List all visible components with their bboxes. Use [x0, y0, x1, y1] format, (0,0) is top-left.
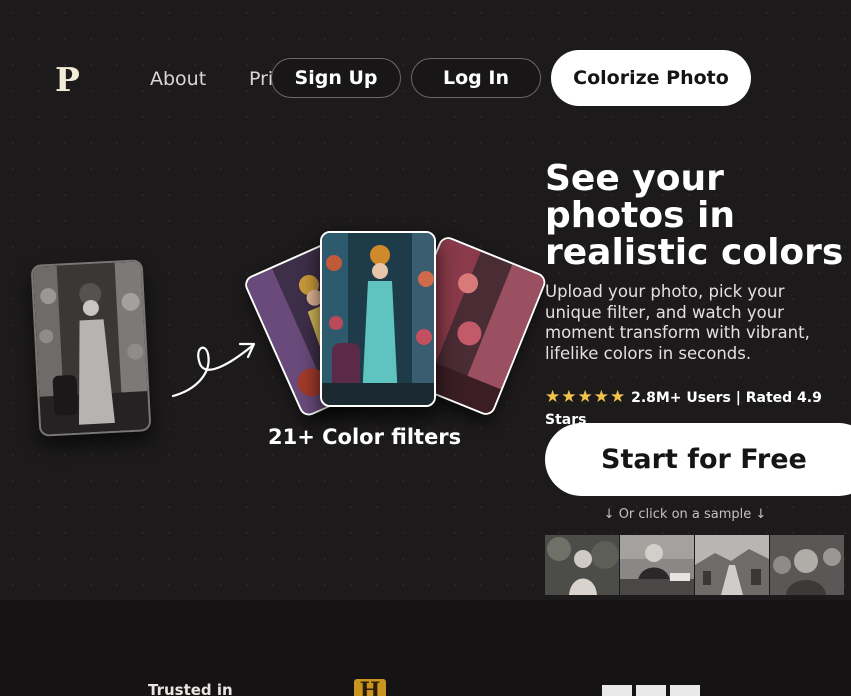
login-button[interactable]: Log In — [411, 58, 541, 98]
color-card-image-center — [322, 233, 434, 405]
bbc-block-c — [670, 685, 700, 696]
sample-street-scene-image — [695, 535, 769, 595]
sample-thumbnail-2[interactable] — [620, 535, 694, 595]
bbc-block-b2 — [636, 685, 666, 696]
sample-man-desk-image — [620, 535, 694, 595]
history-logo-letter: H — [359, 679, 381, 696]
start-for-free-button[interactable]: Start for Free — [545, 423, 851, 496]
squiggle-arrow-icon — [171, 342, 256, 398]
sample-woman-garden-image — [545, 535, 619, 595]
nav-about[interactable]: About — [150, 68, 206, 90]
sample-thumbnail-4[interactable] — [770, 535, 844, 595]
history-channel-logo: H — [354, 679, 386, 696]
nav-pricing-label: Pri — [249, 68, 273, 90]
colorize-photo-button[interactable]: Colorize Photo — [551, 50, 751, 106]
hero-headline: See your photos in realistic colors — [545, 158, 844, 273]
brand-logo[interactable]: P — [55, 60, 80, 99]
color-filter-card-center — [320, 231, 436, 407]
hero-subtext: Upload your photo, pick your unique filt… — [545, 282, 810, 363]
sample-thumbnail-1[interactable] — [545, 535, 619, 595]
color-filters-caption: 21+ Color filters — [268, 425, 462, 449]
signup-button[interactable]: Sign Up — [271, 58, 401, 98]
sample-thumbnail-3[interactable] — [695, 535, 769, 595]
star-rating-icon: ★★★★★ — [545, 387, 627, 407]
bw-photo-image — [32, 261, 152, 437]
sample-mother-children-image — [770, 535, 844, 595]
original-bw-photo — [30, 259, 152, 437]
bbc-block-b1 — [602, 685, 632, 696]
trusted-in-label: Trusted in — [148, 681, 233, 696]
sample-hint: ↓ Or click on a sample ↓ — [603, 507, 767, 522]
bbc-logo — [602, 685, 700, 696]
nav-pricing-partial[interactable]: Pri — [249, 62, 273, 96]
